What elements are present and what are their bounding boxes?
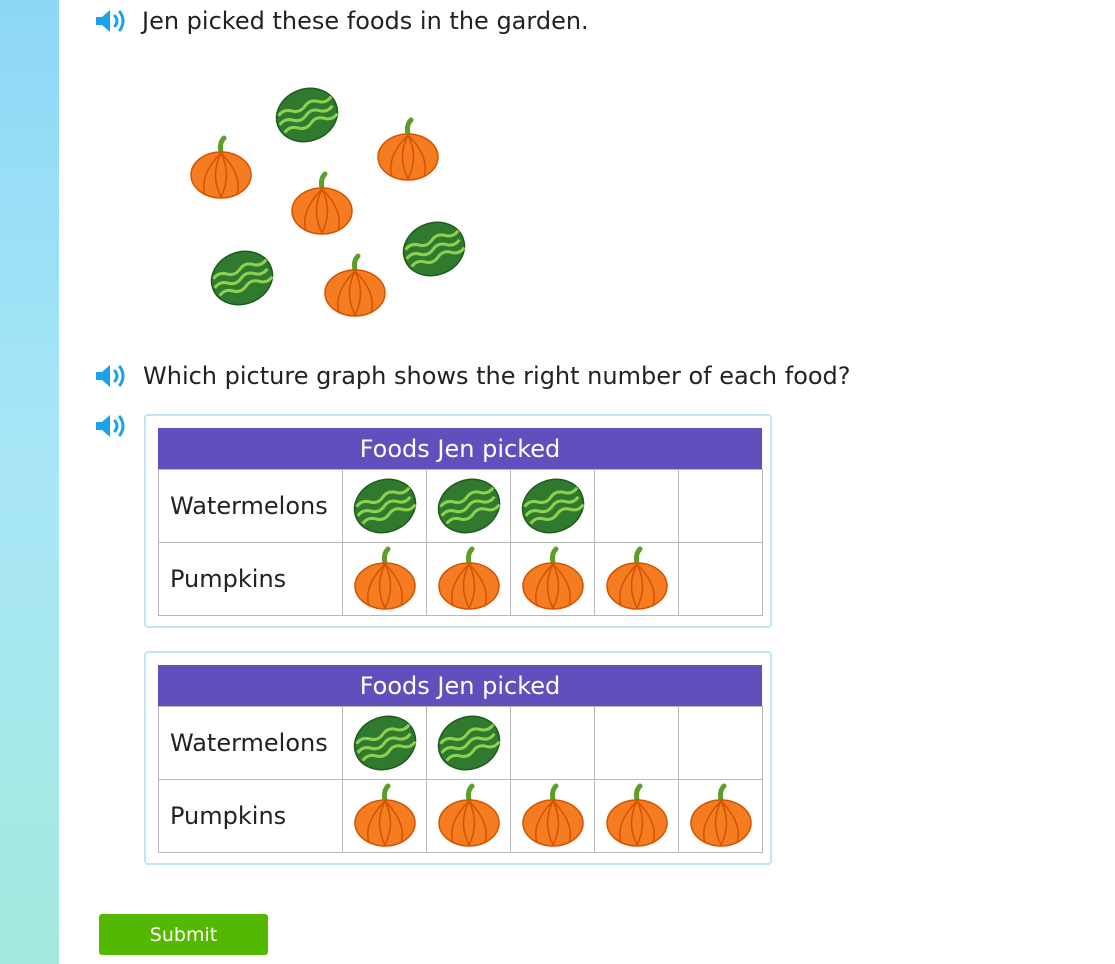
row-label: Watermelons [158, 706, 343, 780]
watermelon-icon [353, 715, 417, 771]
watermelon-icon [353, 478, 417, 534]
graph-title: Foods Jen picked [158, 428, 762, 469]
graph-cell [510, 542, 595, 616]
row-label: Pumpkins [158, 779, 343, 853]
pumpkin-icon [605, 783, 668, 847]
watermelon-icon [274, 82, 340, 148]
watermelon-icon [401, 216, 467, 282]
pumpkin-icon [437, 783, 500, 847]
graph-table: Watermelons Pumpkins [158, 706, 763, 853]
graph-cell [678, 469, 763, 543]
graph-cell [342, 469, 427, 543]
graph-cell [594, 779, 679, 853]
pumpkin-icon [353, 783, 416, 847]
garden-scene [180, 75, 500, 335]
graph-cell [426, 779, 511, 853]
graph-cell [594, 469, 679, 543]
graph-cell [594, 542, 679, 616]
answer-choice-1[interactable]: Foods Jen picked Watermelons Pumpkins [144, 414, 772, 628]
question-prompt: Which picture graph shows the right numb… [143, 362, 851, 390]
graph-cell [426, 542, 511, 616]
graph-cell [678, 542, 763, 616]
speaker-icon[interactable] [94, 362, 130, 390]
speaker-icon[interactable] [94, 412, 130, 440]
pumpkin-icon [521, 546, 584, 610]
pumpkin-icon [289, 171, 355, 237]
picture-graph: Foods Jen picked Watermelons Pumpkins [158, 428, 763, 616]
graph-row-pumpkins: Pumpkins [158, 542, 763, 616]
pumpkin-icon [437, 546, 500, 610]
graph-cell [342, 706, 427, 780]
row-label: Watermelons [158, 469, 343, 543]
pumpkin-icon [605, 546, 668, 610]
graph-cell [426, 469, 511, 543]
graph-row-pumpkins: Pumpkins [158, 779, 763, 853]
graph-title: Foods Jen picked [158, 665, 762, 706]
graph-cell [510, 706, 595, 780]
pumpkin-icon [188, 135, 254, 201]
pumpkin-icon [689, 783, 752, 847]
graph-cell [594, 706, 679, 780]
speaker-icon[interactable] [94, 7, 130, 35]
graph-cell [678, 779, 763, 853]
watermelon-icon [209, 245, 275, 311]
row-label: Pumpkins [158, 542, 343, 616]
graph-cell [342, 542, 427, 616]
graph-cell [342, 779, 427, 853]
pumpkin-icon [521, 783, 584, 847]
watermelon-icon [521, 478, 585, 534]
submit-button[interactable]: Submit [99, 914, 268, 955]
graph-cell [678, 706, 763, 780]
intro-text: Jen picked these foods in the garden. [142, 7, 589, 35]
graph-table: Watermelons Pumpkins [158, 469, 763, 616]
picture-graph: Foods Jen picked Watermelons Pumpkins [158, 665, 763, 853]
watermelon-icon [437, 715, 501, 771]
pumpkin-icon [353, 546, 416, 610]
graph-row-watermelons: Watermelons [158, 706, 763, 780]
graph-cell [426, 706, 511, 780]
pumpkin-icon [375, 117, 441, 183]
graph-cell [510, 779, 595, 853]
graph-cell [510, 469, 595, 543]
pumpkin-icon [322, 253, 388, 319]
left-sidebar [0, 0, 59, 964]
graph-row-watermelons: Watermelons [158, 469, 763, 543]
watermelon-icon [437, 478, 501, 534]
answer-choice-2[interactable]: Foods Jen picked Watermelons Pumpkins [144, 651, 772, 865]
